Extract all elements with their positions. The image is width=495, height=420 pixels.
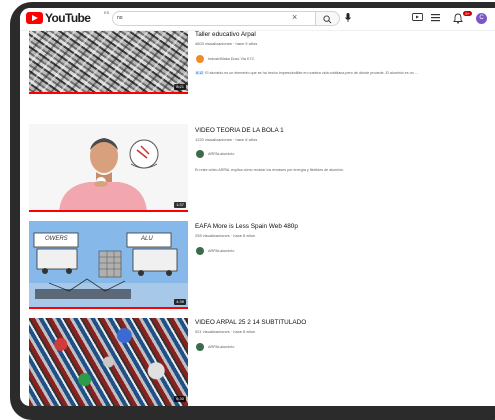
video-description-1: 8:12 El aluminio es un elemento que se h… <box>195 70 480 76</box>
video-duration: 6:30 <box>174 396 186 402</box>
video-title-3[interactable]: EAFA More is Less Spain Web 480p <box>195 223 298 230</box>
channel-name-2[interactable]: ARPALaluminio <box>208 152 234 156</box>
video-description-2: En este vídeo ARPAL explica cómo recicla… <box>195 168 345 172</box>
watch-progress-bar <box>29 210 188 212</box>
video-meta-4: 921 visualizaciones · hace 8 años <box>195 329 256 334</box>
video-thumbnail-2[interactable]: 1:37 <box>29 124 188 212</box>
channel-avatar-1[interactable] <box>196 55 204 63</box>
search-value: no <box>117 15 123 21</box>
thumbnail-illustration <box>29 124 188 212</box>
masthead: YouTube ES no × 9+ C <box>20 8 495 31</box>
channel-name-3[interactable]: ARPALaluminio <box>208 249 234 253</box>
video-title-2[interactable]: VIDEO TEORIA DE LA BOLA 1 <box>195 127 284 134</box>
apps-menu-icon[interactable] <box>431 13 440 22</box>
channel-avatar-2[interactable] <box>196 150 204 158</box>
channel-avatar-4[interactable] <box>196 343 204 351</box>
clear-search-icon[interactable]: × <box>292 12 297 22</box>
video-meta-1: 4603 visualizaciones · hace 9 años <box>195 41 258 46</box>
search-input[interactable]: no <box>112 11 316 26</box>
channel-name-1[interactable]: IndustriMaka Dosx Via K7C <box>208 57 254 61</box>
description-timestamp[interactable]: 8:12 <box>195 71 205 75</box>
thumbnail-illustration <box>29 221 188 309</box>
video-duration: 1:37 <box>174 202 186 208</box>
video-duration: 8:21 <box>174 84 186 90</box>
search-button[interactable] <box>316 11 340 26</box>
video-title-4[interactable]: VIDEO ARPAL 25 2 14 SUBTITULADO <box>195 319 306 326</box>
country-code: ES <box>104 10 110 15</box>
microphone-icon[interactable] <box>344 12 352 24</box>
account-avatar[interactable]: C <box>476 13 487 24</box>
notifications-bell-icon[interactable] <box>453 13 463 24</box>
avatar-letter: C <box>479 15 484 21</box>
description-text: El aluminio es un elemento que se ha hec… <box>205 71 418 75</box>
search-icon <box>323 15 332 24</box>
thumb-label-alu: ALU <box>141 236 153 242</box>
video-thumbnail-4[interactable]: 6:30 <box>29 318 188 406</box>
youtube-screen: YouTube ES no × 9+ C 8:21 Taller educati… <box>20 8 495 406</box>
thumb-label-owers: OWERS <box>45 236 68 242</box>
video-meta-2: 1220 visualizaciones · hace 6 años <box>195 137 258 142</box>
channel-avatar-3[interactable] <box>196 247 204 255</box>
watch-progress-bar <box>29 307 188 309</box>
youtube-wordmark[interactable]: YouTube <box>45 11 91 25</box>
cast-icon[interactable] <box>412 13 423 22</box>
channel-name-4[interactable]: ARPALaluminio <box>208 345 234 349</box>
watch-progress-bar <box>29 92 188 94</box>
video-meta-3: 255 visualizaciones · hace 8 años <box>195 233 256 238</box>
notification-badge: 9+ <box>463 11 472 16</box>
video-duration: 4:39 <box>174 299 186 305</box>
video-thumbnail-3[interactable]: OWERS ALU 4:39 <box>29 221 188 309</box>
video-title-1[interactable]: Taller educativo Arpal <box>195 31 256 38</box>
youtube-logo-icon[interactable] <box>26 12 43 24</box>
